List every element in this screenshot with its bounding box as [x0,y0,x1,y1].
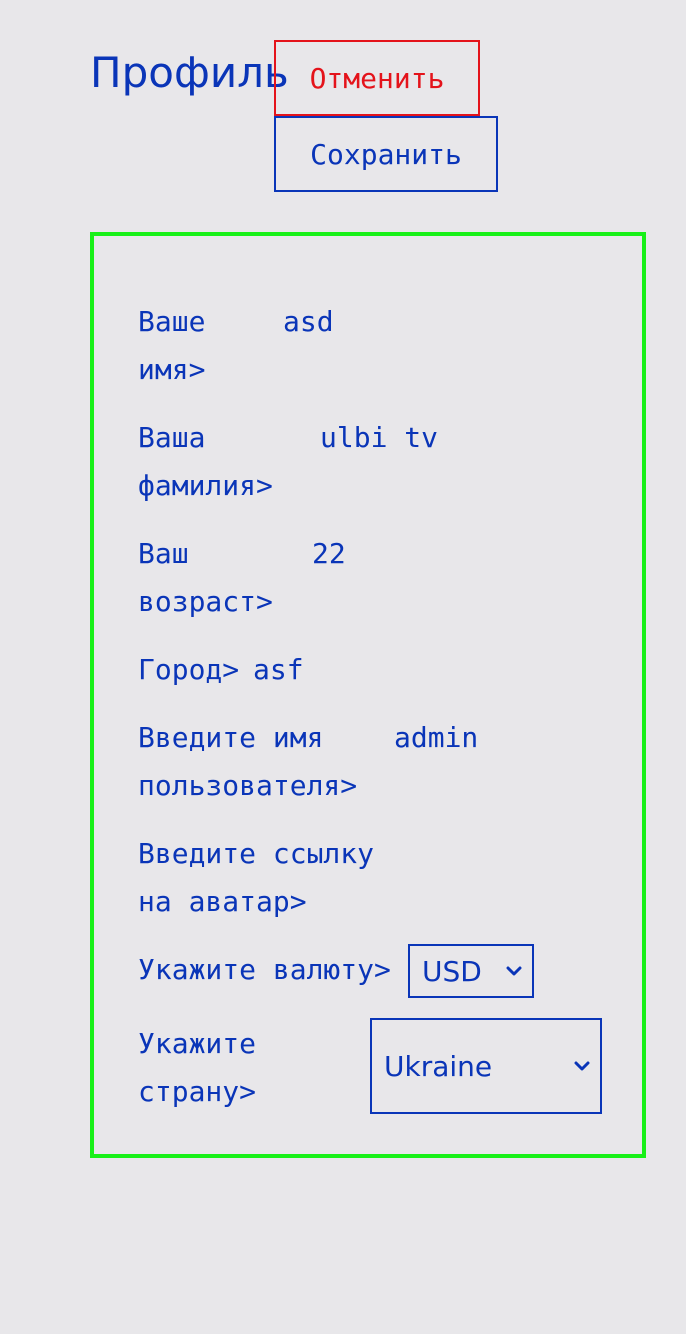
age-label: Ваш возраст> [138,537,273,618]
country-select[interactable]: Ukraine [370,1018,602,1114]
avatar-input[interactable] [388,830,538,878]
currency-row: Укажите валюту> [138,946,391,994]
profile-card: Ваше имя> Ваша фамилия> Ваш возраст> Гор… [90,232,646,1158]
avatar-row: Введите ссылку на аватар> [138,830,538,926]
country-selected-value: Ukraine [384,1049,493,1083]
avatar-label: Введите ссылку на аватар> [138,837,375,918]
last-name-row: Ваша фамилия> [138,414,520,510]
cancel-button[interactable]: Отменить [274,40,480,116]
last-name-label: Ваша фамилия> [138,421,273,502]
username-input[interactable] [394,714,544,762]
username-row: Введите имя пользователя> [138,714,544,810]
first-name-label: Ваше имя> [138,305,206,386]
age-row: Ваш возраст> [138,530,512,626]
currency-select[interactable]: USD [408,944,534,998]
currency-label: Укажите валюту> [138,953,391,986]
country-row: Укажите страну> [138,1020,256,1116]
age-input[interactable] [312,530,512,578]
country-label: Укажите страну> [138,1027,257,1108]
city-input[interactable] [253,646,453,694]
city-label: Город> [138,653,240,686]
first-name-row: Ваше имя> [138,298,483,394]
page-title: Профиль [90,48,289,97]
chevron-down-icon [506,966,522,976]
username-label: Введите имя пользователя> [138,721,358,802]
first-name-input[interactable] [283,298,483,346]
last-name-input[interactable] [320,414,520,462]
chevron-down-icon [574,1061,590,1071]
city-row: Город> [138,646,453,694]
currency-selected-value: USD [422,954,482,988]
save-button[interactable]: Сохранить [274,116,498,192]
